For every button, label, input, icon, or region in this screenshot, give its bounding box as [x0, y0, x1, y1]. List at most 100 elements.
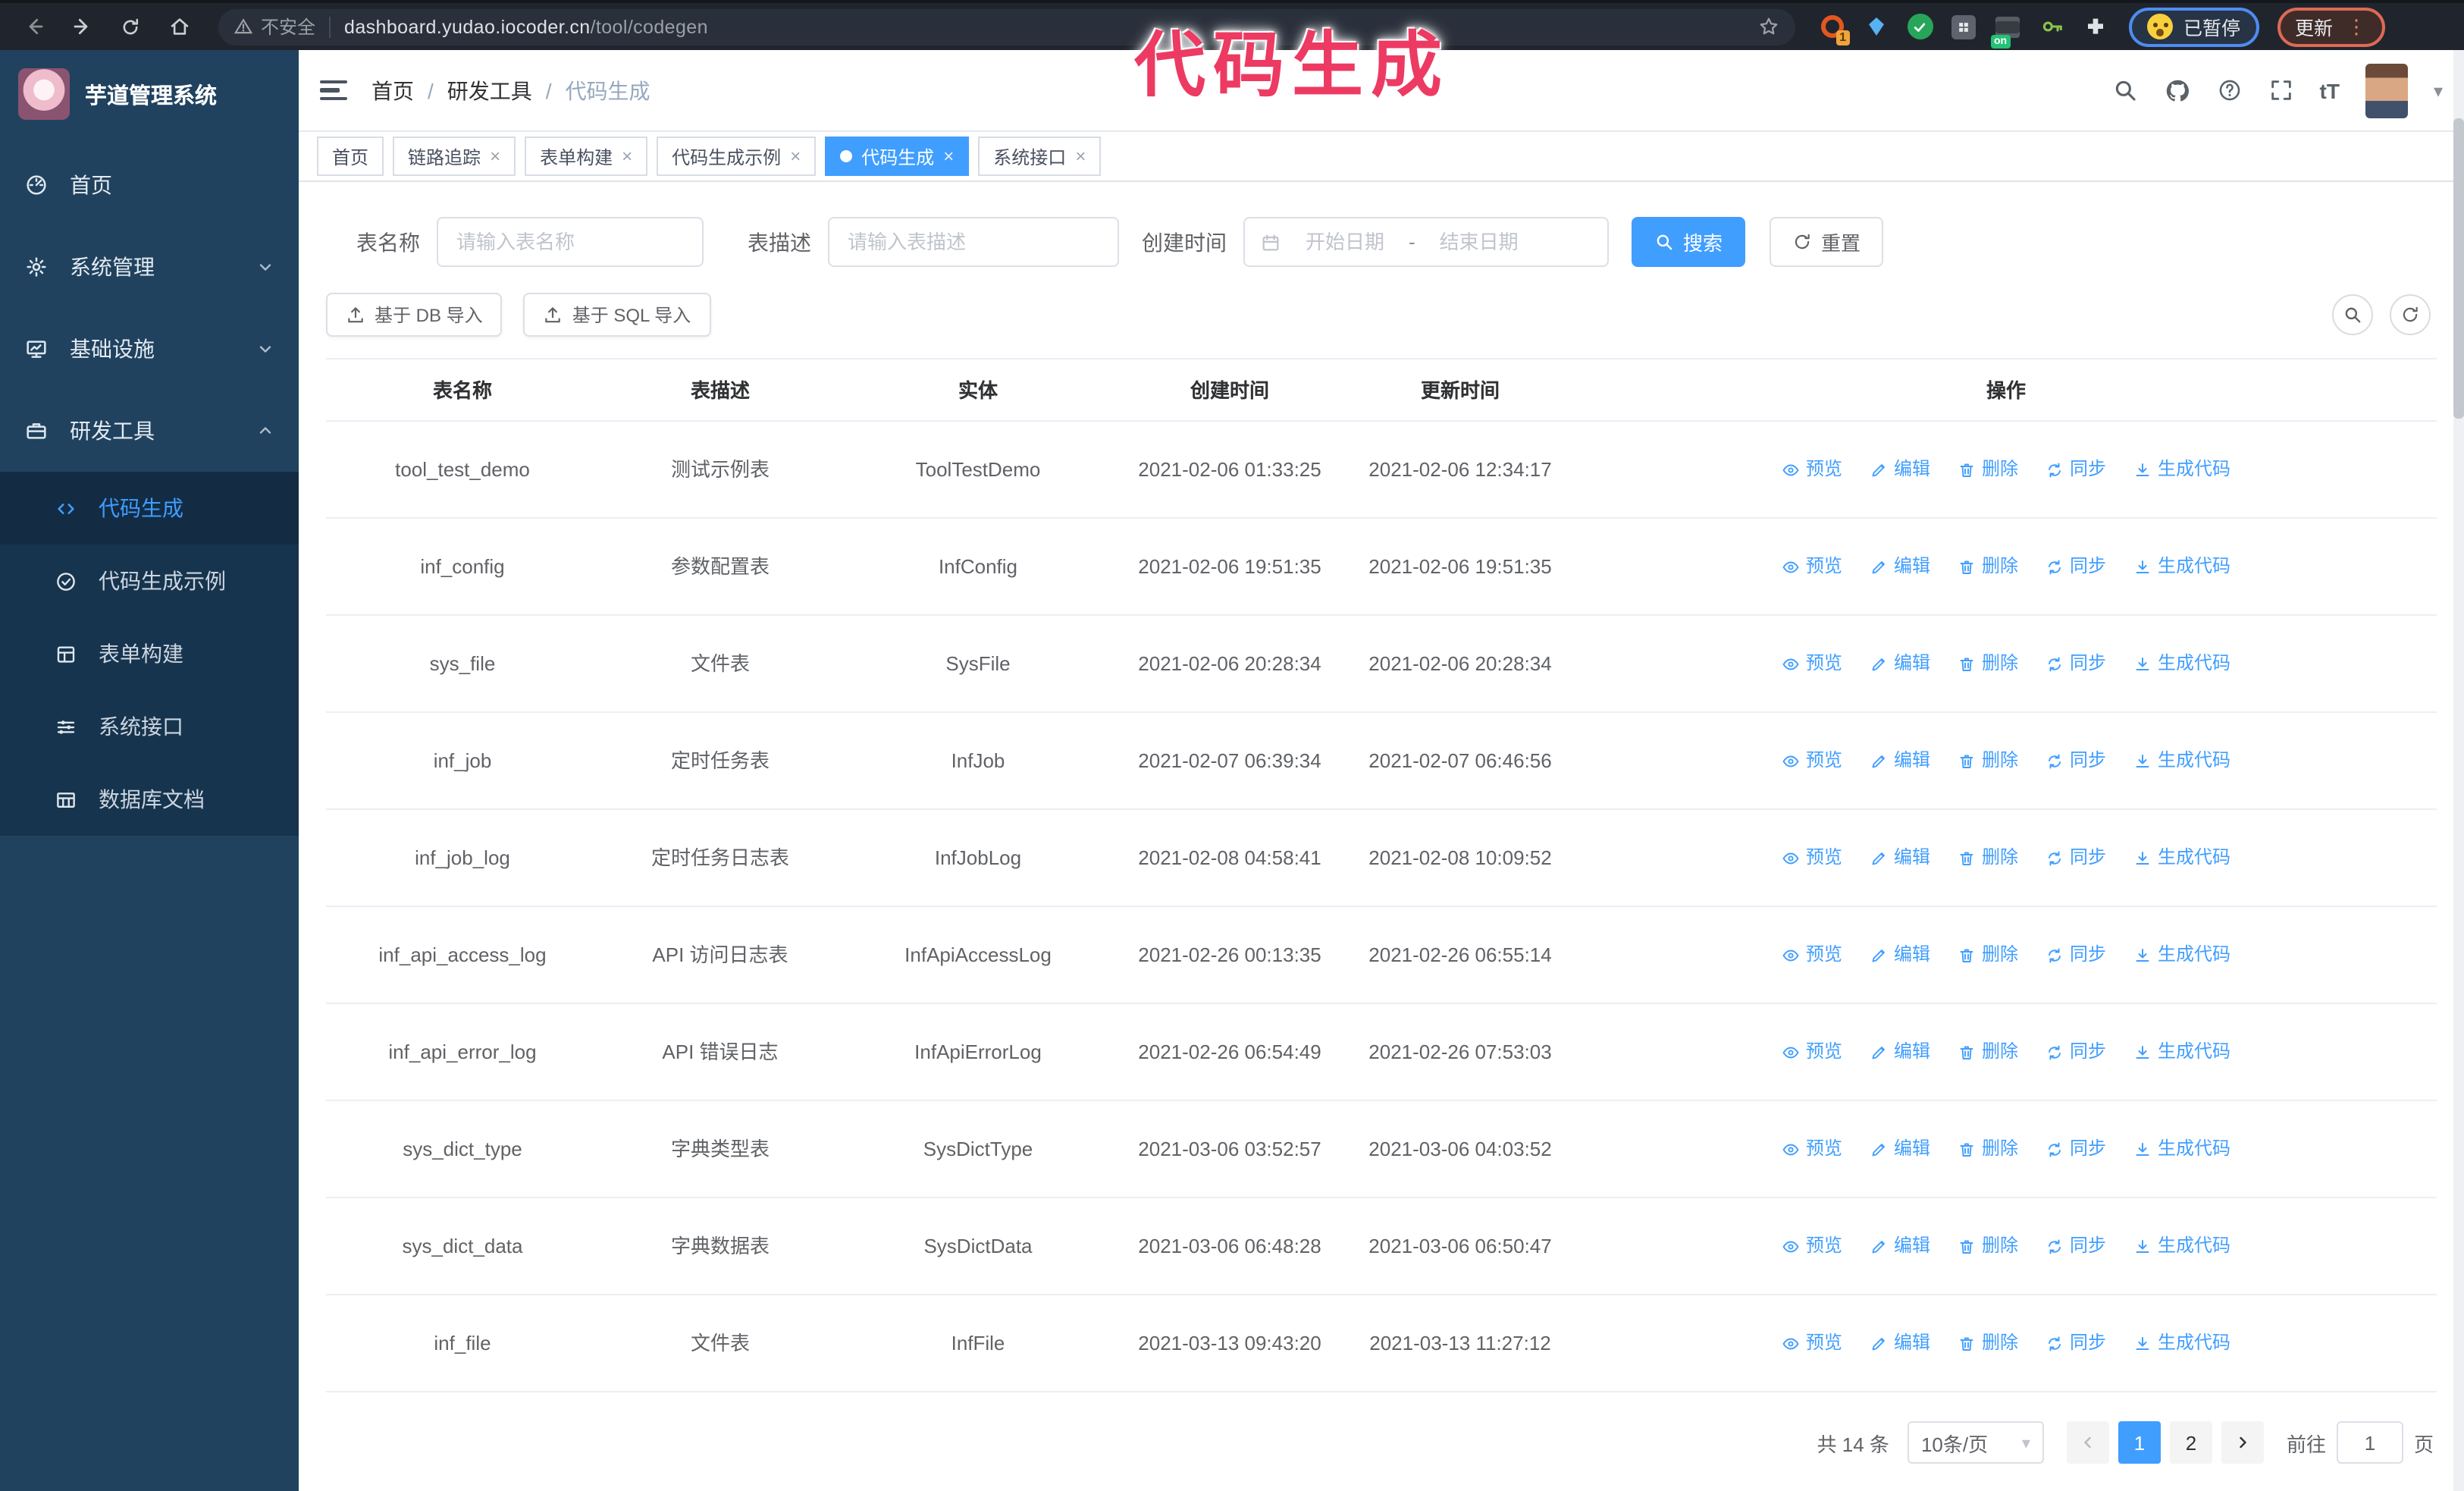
generate-code-link[interactable]: 生成代码 [2133, 746, 2230, 775]
generate-code-link[interactable]: 生成代码 [2133, 1232, 2230, 1260]
github-icon[interactable] [2164, 77, 2191, 104]
generate-code-link[interactable]: 生成代码 [2133, 1037, 2230, 1066]
app-logo-row[interactable]: 芋道管理系统 [0, 50, 299, 138]
import-sql-button[interactable]: 基于 SQL 导入 [523, 293, 711, 337]
sync-link[interactable]: 同步 [2045, 940, 2106, 969]
edit-link[interactable]: 编辑 [1870, 552, 1930, 581]
close-icon[interactable]: × [943, 146, 954, 167]
generate-code-link[interactable]: 生成代码 [2133, 552, 2230, 581]
ext-check-icon[interactable] [1904, 11, 1935, 42]
close-icon[interactable]: × [622, 146, 632, 167]
browser-home-icon[interactable] [161, 8, 197, 45]
generate-code-link[interactable]: 生成代码 [2133, 1135, 2230, 1163]
edit-link[interactable]: 编辑 [1870, 1232, 1930, 1260]
sidebar-item-codegen-example[interactable]: 代码生成示例 [0, 545, 299, 617]
close-icon[interactable]: × [1075, 146, 1086, 167]
browser-back-icon[interactable] [15, 8, 52, 45]
sync-link[interactable]: 同步 [2045, 746, 2106, 775]
browser-reload-icon[interactable] [112, 8, 149, 45]
delete-link[interactable]: 删除 [1958, 552, 2018, 581]
sync-link[interactable]: 同步 [2045, 843, 2106, 872]
sidebar-item-db-doc[interactable]: 数据库文档 [0, 763, 299, 836]
hamburger-icon[interactable] [320, 80, 347, 101]
preview-link[interactable]: 预览 [1782, 1329, 1842, 1358]
sidebar-item-system[interactable]: 系统管理 [0, 226, 299, 308]
breadcrumb-home[interactable]: 首页 [371, 75, 414, 105]
scrollbar-track[interactable] [2453, 50, 2464, 1491]
search-button[interactable]: 搜索 [1632, 217, 1746, 267]
delete-link[interactable]: 删除 [1958, 1037, 2018, 1066]
scrollbar-thumb[interactable] [2453, 118, 2464, 419]
generate-code-link[interactable]: 生成代码 [2133, 843, 2230, 872]
refresh-table-button[interactable] [2390, 294, 2431, 335]
table-name-input[interactable] [437, 217, 704, 267]
ext-key-icon[interactable] [2036, 11, 2067, 42]
generate-code-link[interactable]: 生成代码 [2133, 455, 2230, 484]
delete-link[interactable]: 删除 [1958, 1232, 2018, 1260]
avatar-caret-icon[interactable]: ▾ [2434, 80, 2443, 101]
edit-link[interactable]: 编辑 [1870, 1135, 1930, 1163]
ext-gem-icon[interactable] [1861, 11, 1891, 42]
tab-system-api[interactable]: 系统接口 × [978, 137, 1102, 176]
avatar[interactable] [2365, 63, 2408, 118]
preview-link[interactable]: 预览 [1782, 1037, 1842, 1066]
preview-link[interactable]: 预览 [1782, 746, 1842, 775]
sync-link[interactable]: 同步 [2045, 1329, 2106, 1358]
delete-link[interactable]: 删除 [1958, 843, 2018, 872]
import-db-button[interactable]: 基于 DB 导入 [326, 293, 503, 337]
edit-link[interactable]: 编辑 [1870, 649, 1930, 678]
generate-code-link[interactable]: 生成代码 [2133, 1329, 2230, 1358]
ext-grid-icon[interactable] [1948, 11, 1979, 42]
sidebar-item-system-api[interactable]: 系统接口 [0, 690, 299, 763]
tab-form-builder[interactable]: 表单构建 × [525, 137, 648, 176]
bookmark-star-icon[interactable] [1757, 15, 1780, 38]
sidebar-item-form-builder[interactable]: 表单构建 [0, 617, 299, 690]
sync-link[interactable]: 同步 [2045, 455, 2106, 484]
page-button-2[interactable]: 2 [2169, 1421, 2212, 1464]
sync-link[interactable]: 同步 [2045, 1232, 2106, 1260]
edit-link[interactable]: 编辑 [1870, 455, 1930, 484]
preview-link[interactable]: 预览 [1782, 940, 1842, 969]
page-size-select[interactable]: 10条/页 ▾ [1907, 1421, 2044, 1464]
sync-link[interactable]: 同步 [2045, 649, 2106, 678]
ext-list-on-icon[interactable]: on [1991, 11, 2023, 48]
delete-link[interactable]: 删除 [1958, 1135, 2018, 1163]
sidebar-item-infra[interactable]: 基础设施 [0, 308, 299, 390]
close-icon[interactable]: × [490, 146, 500, 167]
preview-link[interactable]: 预览 [1782, 1135, 1842, 1163]
extensions-puzzle-icon[interactable] [2080, 11, 2111, 42]
tab-home[interactable]: 首页 [317, 137, 384, 176]
sync-link[interactable]: 同步 [2045, 1037, 2106, 1066]
preview-link[interactable]: 预览 [1782, 1232, 1842, 1260]
delete-link[interactable]: 删除 [1958, 940, 2018, 969]
next-page-button[interactable] [2221, 1421, 2264, 1464]
preview-link[interactable]: 预览 [1782, 649, 1842, 678]
toggle-search-button[interactable] [2332, 294, 2373, 335]
preview-link[interactable]: 预览 [1782, 843, 1842, 872]
delete-link[interactable]: 删除 [1958, 1329, 2018, 1358]
browser-forward-icon[interactable] [64, 8, 100, 45]
security-warning[interactable]: 不安全 [234, 14, 315, 39]
page-button-1[interactable]: 1 [2118, 1421, 2161, 1464]
reset-button[interactable]: 重置 [1770, 217, 1884, 267]
font-size-icon[interactable]: tT [2320, 78, 2340, 102]
breadcrumb-devtools[interactable]: 研发工具 [447, 75, 532, 105]
start-date-input[interactable] [1287, 231, 1403, 253]
sidebar-item-devtools[interactable]: 研发工具 [0, 390, 299, 472]
edit-link[interactable]: 编辑 [1870, 746, 1930, 775]
edit-link[interactable]: 编辑 [1870, 1037, 1930, 1066]
sidebar-item-codegen[interactable]: 代码生成 [0, 472, 299, 545]
help-icon[interactable] [2217, 77, 2243, 103]
edit-link[interactable]: 编辑 [1870, 940, 1930, 969]
preview-link[interactable]: 预览 [1782, 455, 1842, 484]
tab-tracing[interactable]: 链路追踪 × [393, 137, 516, 176]
delete-link[interactable]: 删除 [1958, 455, 2018, 484]
address-bar[interactable]: 不安全 dashboard.yudao.iocoder.cn/tool/code… [218, 8, 1795, 45]
tab-codegen[interactable]: 代码生成 × [825, 137, 970, 176]
delete-link[interactable]: 删除 [1958, 746, 2018, 775]
preview-link[interactable]: 预览 [1782, 552, 1842, 581]
goto-page-input[interactable] [2336, 1421, 2403, 1464]
date-range-picker[interactable]: - [1243, 217, 1609, 267]
generate-code-link[interactable]: 生成代码 [2133, 649, 2230, 678]
browser-update-button[interactable]: 更新 ⋮ [2277, 7, 2385, 46]
